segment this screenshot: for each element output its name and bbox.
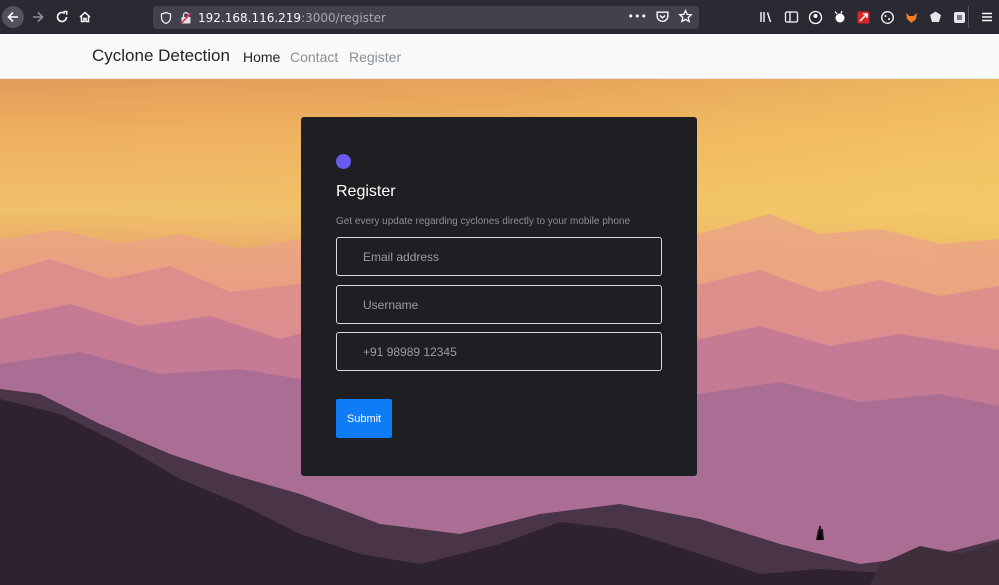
bookmark-star-icon[interactable] bbox=[678, 9, 693, 24]
sidebar-icon[interactable] bbox=[782, 8, 800, 26]
toolbar-separator bbox=[968, 6, 969, 28]
extension-fox-icon[interactable] bbox=[902, 8, 920, 26]
phone-field[interactable] bbox=[336, 332, 662, 371]
brand-dot-icon bbox=[336, 154, 351, 169]
extension-cookie-icon[interactable] bbox=[878, 8, 896, 26]
email-field[interactable] bbox=[336, 237, 662, 276]
reload-icon bbox=[56, 10, 68, 23]
nav-link-home[interactable]: Home bbox=[243, 49, 280, 65]
submit-button[interactable]: Submit bbox=[336, 399, 392, 438]
nav-link-register[interactable]: Register bbox=[349, 49, 401, 65]
page-actions-button[interactable]: ••• bbox=[628, 10, 647, 23]
reload-button[interactable] bbox=[51, 6, 73, 28]
form-title: Register bbox=[336, 183, 396, 200]
hamburger-menu-icon[interactable] bbox=[978, 8, 996, 26]
url-path: :3000/register bbox=[301, 10, 386, 25]
form-subtitle: Get every update regarding cyclones dire… bbox=[336, 216, 631, 227]
home-icon bbox=[79, 11, 91, 23]
pocket-icon[interactable] bbox=[655, 9, 670, 24]
library-icon[interactable] bbox=[758, 8, 776, 26]
page-viewport: Cyclone Detection Home Contact Register … bbox=[0, 34, 999, 585]
extension-figure-icon[interactable] bbox=[830, 8, 848, 26]
browser-toolbar: 192.168.116.219:3000/register ••• bbox=[0, 0, 999, 34]
arrow-right-icon bbox=[33, 11, 44, 23]
site-navbar: Cyclone Detection Home Contact Register bbox=[0, 34, 999, 79]
extension-red-icon[interactable] bbox=[854, 8, 872, 26]
extension-puzzle-icon[interactable] bbox=[950, 8, 968, 26]
username-field[interactable] bbox=[336, 285, 662, 324]
forward-button[interactable] bbox=[27, 6, 49, 28]
account-icon[interactable] bbox=[806, 8, 824, 26]
url-host: 192.168.116.219 bbox=[198, 10, 302, 25]
extension-gem-icon[interactable] bbox=[926, 8, 944, 26]
url-bar[interactable]: 192.168.116.219:3000/register ••• bbox=[153, 6, 699, 29]
home-button[interactable] bbox=[74, 6, 96, 28]
brand-link[interactable]: Cyclone Detection bbox=[92, 46, 230, 66]
register-card: Register Get every update regarding cycl… bbox=[301, 117, 697, 476]
shield-icon[interactable] bbox=[159, 11, 173, 25]
back-button[interactable] bbox=[2, 6, 24, 28]
insecure-lock-icon[interactable] bbox=[179, 11, 193, 25]
nav-link-contact[interactable]: Contact bbox=[290, 49, 338, 65]
arrow-left-icon bbox=[7, 11, 18, 23]
